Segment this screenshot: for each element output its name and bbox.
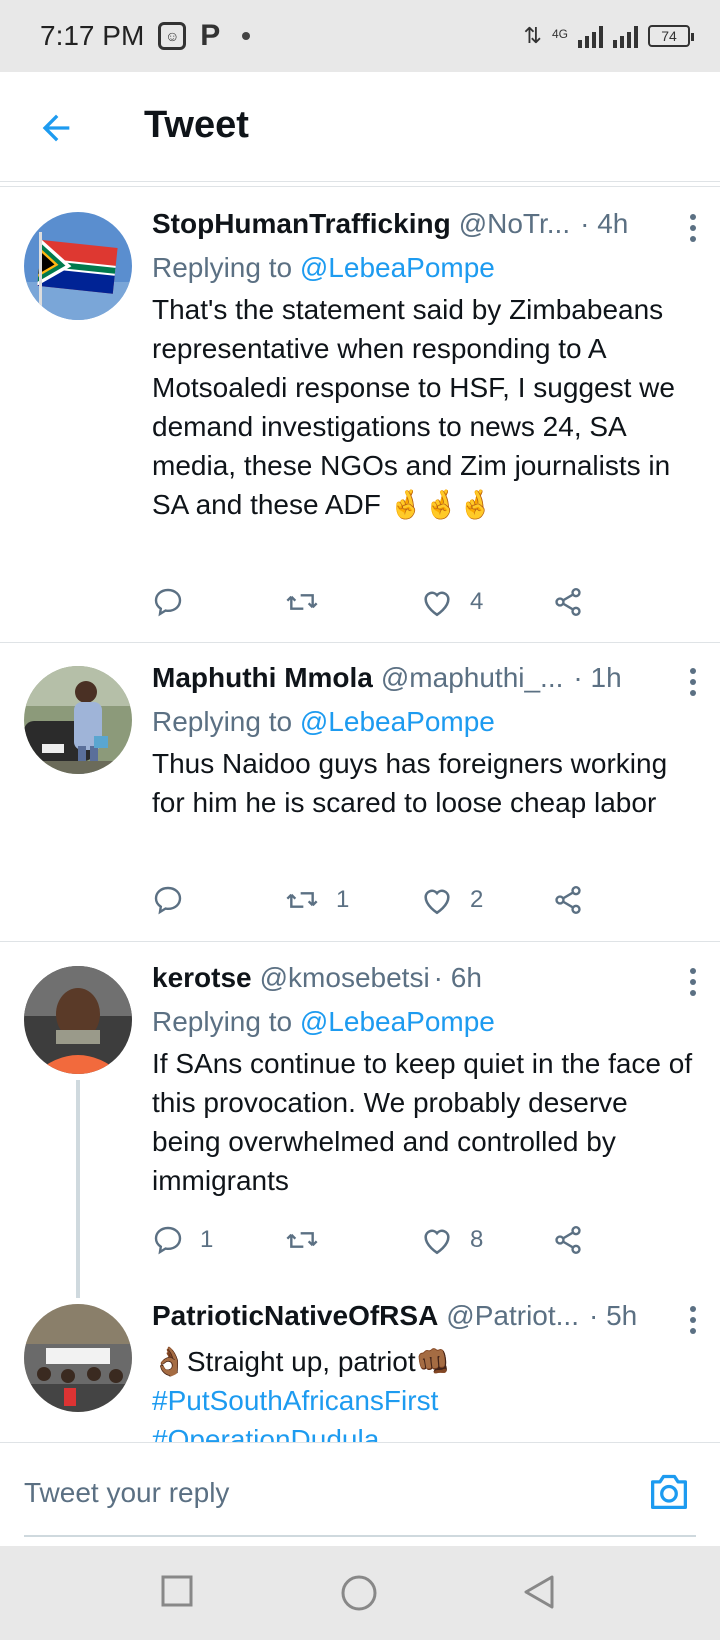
user-handle[interactable]: @kmosebetsi — [260, 962, 430, 994]
mention-link[interactable]: @LebeaPompe — [300, 1006, 495, 1037]
reply-underline — [24, 1535, 696, 1537]
reply-button[interactable] — [152, 880, 200, 920]
like-count: 8 — [470, 1226, 484, 1253]
back-triangle-icon[interactable] — [522, 1574, 556, 1610]
page-title: Tweet — [144, 104, 249, 146]
avatar[interactable] — [24, 966, 132, 1074]
replying-to: Replying to @LebeaPompe — [152, 702, 700, 742]
more-vertical-icon[interactable] — [690, 1306, 696, 1339]
retweet-icon — [286, 1232, 318, 1248]
home-circle-icon[interactable] — [340, 1574, 378, 1612]
network-type-label: 4G — [551, 27, 568, 41]
user-handle[interactable]: @maphuthi_... — [381, 662, 564, 694]
tweet-reply[interactable]: PatrioticNativeOfRSA @Patriot... · 5h 👌🏾… — [0, 1282, 720, 1442]
user-handle[interactable]: @NoTr... — [459, 208, 570, 240]
avatar[interactable] — [24, 1304, 132, 1412]
tweet-reply[interactable]: Maphuthi Mmola @maphuthi_... · 1h Replyi… — [0, 644, 720, 940]
share-button[interactable] — [552, 582, 584, 622]
tweet-text: That's the statement said by Zimbabeans … — [152, 294, 675, 520]
battery-level: 74 — [661, 28, 677, 44]
hashtag-link[interactable]: #PutSouthAfricansFirst — [152, 1381, 700, 1420]
tweet-time: · 6h — [433, 962, 482, 993]
tweet-time: · 5h — [588, 1300, 638, 1331]
hashtag-link[interactable]: #OperationDudula — [152, 1420, 700, 1442]
tweet-text: 👌🏾Straight up, patriot👊🏾 #PutSouthAfrica… — [152, 1342, 700, 1442]
share-icon — [555, 588, 581, 616]
tweet-header: Maphuthi Mmola @maphuthi_... · 1h — [152, 662, 700, 702]
tweet-time: · 4h — [580, 208, 629, 239]
tweet-reply[interactable]: kerotse @kmosebetsi · 6h Replying to @Le… — [0, 944, 720, 1298]
comment-icon — [154, 1226, 182, 1255]
reply-input[interactable]: Tweet your reply — [24, 1477, 229, 1509]
thread-connector — [76, 1080, 80, 1298]
app-notification-icon: ☺ — [158, 22, 187, 50]
signal-strength-2-icon — [613, 24, 638, 48]
parking-notification-icon: P — [200, 19, 221, 52]
like-button[interactable]: 2 — [420, 880, 483, 920]
replying-to: Replying to @LebeaPompe — [152, 1002, 700, 1042]
tweet-time: · 1h — [573, 662, 622, 693]
data-transfer-icon: ⇅ — [523, 23, 542, 48]
user-handle[interactable]: @Patriot... — [446, 1300, 579, 1332]
tweet-text-line: 👌🏾Straight up, patriot👊🏾 — [152, 1346, 451, 1377]
signal-strength-icon — [578, 24, 603, 48]
header-divider — [0, 186, 720, 187]
top-app-bar: Tweet — [0, 72, 720, 182]
mention-link[interactable]: @LebeaPompe — [300, 706, 495, 737]
comment-icon — [154, 886, 182, 915]
like-count: 2 — [470, 886, 484, 913]
retweet-button[interactable] — [284, 582, 336, 622]
retweet-count: 1 — [336, 886, 350, 913]
tweet-divider — [0, 642, 720, 643]
heart-icon — [424, 1229, 450, 1255]
replying-prefix: Replying to — [152, 252, 300, 283]
retweet-icon — [286, 594, 318, 610]
reply-button[interactable] — [152, 582, 200, 622]
share-button[interactable] — [552, 1220, 584, 1260]
retweet-icon — [286, 892, 318, 908]
like-button[interactable]: 8 — [420, 1220, 483, 1260]
like-count: 4 — [470, 588, 484, 615]
user-name[interactable]: Maphuthi Mmola — [152, 662, 373, 694]
reply-button[interactable]: 1 — [152, 1220, 213, 1260]
more-notifications-dot-icon — [242, 32, 251, 40]
share-icon — [555, 1226, 581, 1254]
recents-square-icon[interactable] — [160, 1574, 194, 1608]
tweet-text: Thus Naidoo guys has foreigners working … — [152, 748, 668, 818]
replying-prefix: Replying to — [152, 706, 300, 737]
tweet-header: kerotse @kmosebetsi · 6h — [152, 962, 700, 1002]
arrow-left-icon[interactable] — [36, 108, 76, 148]
avatar[interactable] — [24, 666, 132, 774]
more-vertical-icon[interactable] — [690, 214, 696, 247]
replying-to: Replying to @LebeaPompe — [152, 248, 700, 288]
share-icon — [555, 886, 581, 914]
reply-count: 1 — [200, 1226, 214, 1253]
battery-icon: 74 — [648, 25, 694, 47]
tweet-text: If SAns continue to keep quiet in the fa… — [152, 1048, 693, 1196]
heart-icon — [424, 889, 450, 915]
replying-prefix: Replying to — [152, 1006, 300, 1037]
tweet-header: StopHumanTrafficking @NoTr... · 4h — [152, 208, 700, 248]
user-name[interactable]: StopHumanTrafficking — [152, 208, 451, 240]
heart-icon — [424, 591, 450, 617]
user-name[interactable]: kerotse — [152, 962, 252, 994]
retweet-button[interactable]: 1 — [284, 880, 349, 920]
camera-icon[interactable] — [646, 1471, 692, 1511]
reply-composer: Tweet your reply — [0, 1442, 720, 1542]
retweet-button[interactable] — [284, 1220, 336, 1260]
share-button[interactable] — [552, 880, 584, 920]
user-name[interactable]: PatrioticNativeOfRSA — [152, 1300, 438, 1332]
status-bar: 7:17 PM ☺ P ⇅ 4G 74 — [0, 0, 720, 72]
more-vertical-icon[interactable] — [690, 668, 696, 701]
status-time: 7:17 PM — [40, 20, 145, 51]
more-vertical-icon[interactable] — [690, 968, 696, 1001]
comment-icon — [154, 588, 182, 617]
mention-link[interactable]: @LebeaPompe — [300, 252, 495, 283]
tweet-divider — [0, 941, 720, 942]
like-button[interactable]: 4 — [420, 582, 483, 622]
system-nav-bar — [0, 1546, 720, 1640]
tweet-reply[interactable]: StopHumanTrafficking @NoTr... · 4h Reply… — [0, 190, 720, 640]
avatar[interactable] — [24, 212, 132, 320]
tweet-header: PatrioticNativeOfRSA @Patriot... · 5h — [152, 1300, 700, 1340]
